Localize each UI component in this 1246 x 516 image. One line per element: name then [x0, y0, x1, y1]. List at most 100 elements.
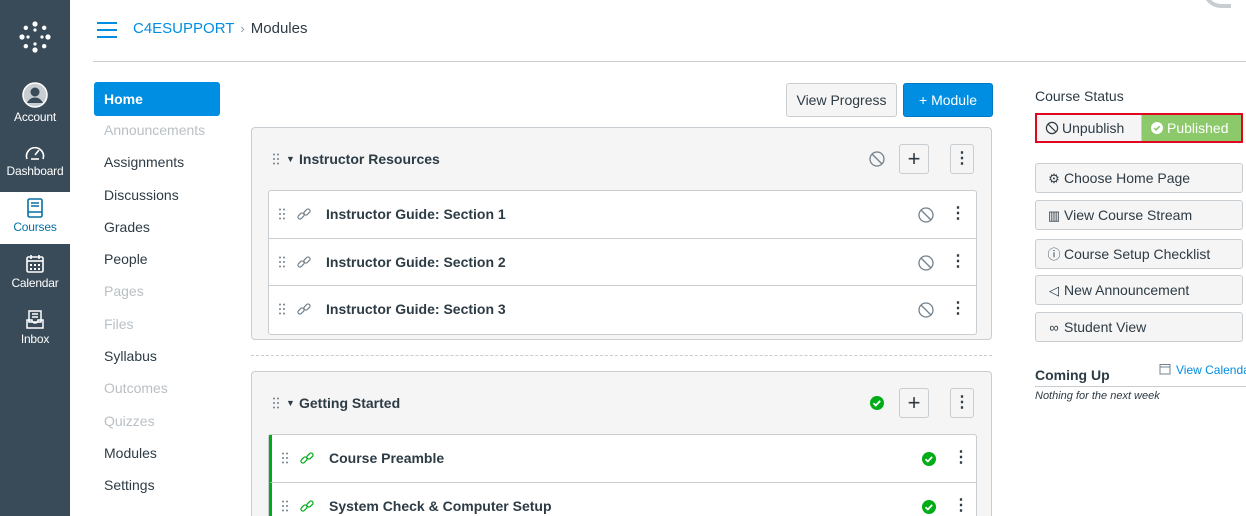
- published-check-icon[interactable]: [868, 394, 886, 412]
- global-nav-account[interactable]: Account: [0, 82, 70, 130]
- unpublished-icon: [1045, 121, 1059, 135]
- published-check-icon[interactable]: [920, 498, 938, 516]
- course-nav-settings[interactable]: Settings: [94, 469, 220, 501]
- side-button-label: Course Setup Checklist: [1064, 246, 1211, 262]
- kebab-menu-icon[interactable]: ⋮: [950, 203, 966, 223]
- book-icon: [27, 198, 43, 218]
- breadcrumb: C4ESUPPORT › Modules: [133, 20, 307, 37]
- kebab-menu-icon: ⋮: [954, 150, 970, 167]
- course-nav-pages[interactable]: Pages: [94, 275, 220, 307]
- new-announcement-button[interactable]: ◁ New Announcement: [1035, 275, 1243, 305]
- module-item-title[interactable]: Instructor Guide: Section 3: [326, 301, 506, 317]
- global-nav-calendar[interactable]: Calendar: [0, 254, 70, 300]
- course-nav-modules[interactable]: Modules: [94, 437, 220, 469]
- link-icon: [297, 255, 311, 268]
- kebab-menu-icon[interactable]: ⋮: [953, 495, 969, 515]
- breadcrumb-course-link[interactable]: C4ESUPPORT: [133, 20, 234, 37]
- drag-handle-icon[interactable]: [278, 303, 286, 315]
- collapse-caret-icon[interactable]: ▼: [286, 398, 295, 408]
- canvas-logo-icon[interactable]: [16, 18, 54, 56]
- home-page-icon: ⚙: [1048, 171, 1060, 186]
- course-nav-syllabus[interactable]: Syllabus: [94, 340, 220, 372]
- module-item[interactable]: Course Preamble ⋮: [269, 435, 976, 483]
- course-nav-home[interactable]: Home: [94, 82, 220, 116]
- module-item[interactable]: Instructor Guide: Section 2 ⋮: [269, 239, 976, 286]
- module-menu-button[interactable]: ⋮: [950, 388, 974, 418]
- global-nav: Account Dashboard Courses Calendar Inbox: [0, 0, 70, 516]
- course-setup-checklist-button[interactable]: ⓘ Course Setup Checklist: [1035, 239, 1243, 269]
- question-icon: ⓘ: [1047, 247, 1061, 262]
- choose-home-page-button[interactable]: ⚙ Choose Home Page: [1035, 163, 1243, 193]
- unpublished-icon[interactable]: [868, 150, 886, 168]
- module-item[interactable]: Instructor Guide: Section 3 ⋮: [269, 286, 976, 334]
- unpublished-icon[interactable]: [917, 206, 935, 224]
- kebab-menu-icon: ⋮: [954, 394, 970, 411]
- course-nav-quizzes[interactable]: Quizzes: [94, 405, 220, 437]
- module-menu-button[interactable]: ⋮: [950, 144, 974, 174]
- drag-handle-icon[interactable]: [281, 452, 289, 464]
- side-button-label: New Announcement: [1064, 282, 1190, 298]
- drag-handle-icon[interactable]: [278, 256, 286, 268]
- module-item[interactable]: Instructor Guide: Section 1 ⋮: [269, 191, 976, 239]
- add-module-button[interactable]: + Module: [903, 83, 993, 117]
- course-nav-grades[interactable]: Grades: [94, 211, 220, 243]
- side-button-label: Choose Home Page: [1064, 170, 1191, 186]
- published-check-icon[interactable]: [920, 450, 938, 468]
- module-instructor-resources: ▼ Instructor Resources + ⋮ Instructor Gu…: [251, 127, 992, 340]
- kebab-menu-icon[interactable]: ⋮: [950, 251, 966, 271]
- global-nav-inbox[interactable]: Inbox: [0, 310, 70, 356]
- course-nav-files[interactable]: Files: [94, 308, 220, 340]
- kebab-menu-icon[interactable]: ⋮: [953, 447, 969, 467]
- global-nav-label: Account: [14, 110, 56, 124]
- link-icon: [297, 303, 311, 315]
- drag-handle-icon[interactable]: [272, 397, 280, 409]
- view-calendar-label: View Calendar: [1176, 363, 1246, 377]
- global-nav-label: Courses: [13, 220, 57, 234]
- coming-up-title: Coming Up: [1035, 367, 1110, 383]
- modules-list: ▼ Instructor Resources + ⋮ Instructor Gu…: [251, 127, 992, 516]
- module-getting-started: ▼ Getting Started + ⋮ Course Preamble ⋮ …: [251, 371, 992, 516]
- published-button[interactable]: Published: [1141, 115, 1241, 141]
- global-nav-label: Calendar: [11, 276, 59, 290]
- drag-handle-icon[interactable]: [281, 500, 289, 512]
- module-item-title[interactable]: Course Preamble: [329, 450, 444, 466]
- global-nav-courses[interactable]: Courses: [0, 192, 70, 244]
- published-check-icon: [1151, 122, 1163, 134]
- unpublish-button[interactable]: Unpublish: [1037, 115, 1141, 141]
- glasses-icon: ∞: [1049, 320, 1059, 335]
- module-header[interactable]: ▼ Getting Started + ⋮: [252, 372, 991, 434]
- course-nav-discussions[interactable]: Discussions: [94, 179, 220, 211]
- module-item[interactable]: System Check & Computer Setup ⋮: [269, 482, 976, 516]
- coming-up-empty-text: Nothing for the next week: [1035, 390, 1160, 402]
- megaphone-icon: ◁: [1049, 283, 1059, 298]
- view-calendar-link[interactable]: View Calendar: [1159, 363, 1246, 377]
- view-course-stream-button[interactable]: ▥ View Course Stream: [1035, 200, 1243, 230]
- view-progress-button[interactable]: View Progress: [786, 83, 897, 117]
- side-button-label: View Course Stream: [1064, 207, 1193, 223]
- module-item-title[interactable]: System Check & Computer Setup: [329, 498, 552, 514]
- course-nav-people[interactable]: People: [94, 243, 220, 275]
- module-item-title[interactable]: Instructor Guide: Section 2: [326, 254, 506, 270]
- unpublished-icon[interactable]: [917, 301, 935, 319]
- add-item-button[interactable]: +: [899, 388, 929, 418]
- drag-handle-icon[interactable]: [272, 153, 280, 165]
- plus-icon: +: [907, 146, 921, 171]
- module-divider: [251, 355, 992, 356]
- collapse-caret-icon[interactable]: ▼: [286, 154, 295, 164]
- course-nav-announcements[interactable]: Announcements: [94, 114, 220, 146]
- course-status-title: Course Status: [1035, 88, 1124, 104]
- link-icon: [297, 208, 311, 220]
- add-item-button[interactable]: +: [899, 144, 929, 174]
- student-view-button[interactable]: ∞ Student View: [1035, 312, 1243, 342]
- drag-handle-icon[interactable]: [278, 208, 286, 220]
- course-nav-outcomes[interactable]: Outcomes: [94, 372, 220, 404]
- course-nav-assignments[interactable]: Assignments: [94, 146, 220, 178]
- hamburger-menu-icon[interactable]: [97, 22, 117, 38]
- module-item-title[interactable]: Instructor Guide: Section 1: [326, 206, 506, 222]
- top-bar: C4ESUPPORT › Modules: [70, 0, 1246, 62]
- module-title: Instructor Resources: [299, 151, 440, 167]
- kebab-menu-icon[interactable]: ⋮: [950, 298, 966, 318]
- module-header[interactable]: ▼ Instructor Resources + ⋮: [252, 128, 991, 190]
- global-nav-dashboard[interactable]: Dashboard: [0, 142, 70, 186]
- unpublished-icon[interactable]: [917, 254, 935, 272]
